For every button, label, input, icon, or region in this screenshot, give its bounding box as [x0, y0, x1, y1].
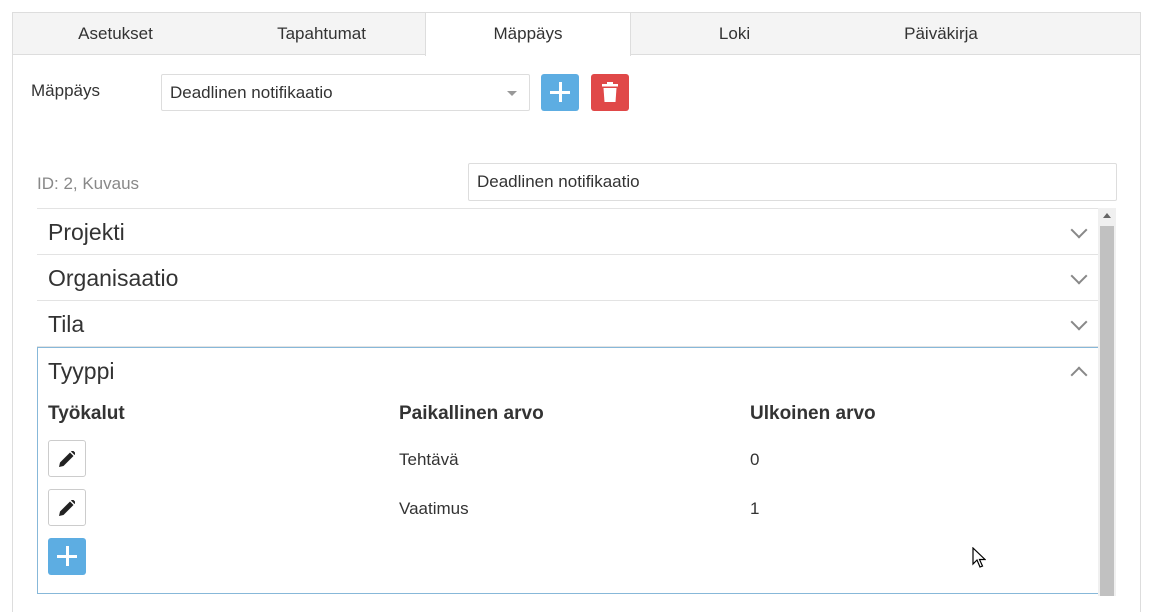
- edit-row-button[interactable]: [48, 440, 86, 477]
- section-organisaatio[interactable]: Organisaatio: [37, 255, 1101, 301]
- external-value-cell: 1: [750, 499, 760, 518]
- mapping-accordion: Projekti Organisaatio Tila Tyyppi Työkal…: [37, 208, 1101, 594]
- trash-icon: [602, 82, 618, 102]
- mapping-select[interactable]: Deadlinen notifikaatio: [161, 74, 530, 111]
- mouse-cursor-icon: [972, 547, 986, 568]
- external-value-cell: 0: [750, 450, 760, 469]
- section-projekti[interactable]: Projekti: [37, 209, 1101, 255]
- add-mapping-button[interactable]: [541, 74, 579, 111]
- chevron-down-icon: [1070, 267, 1088, 285]
- tab-loki[interactable]: Loki: [631, 13, 838, 55]
- column-header-tools: Työkalut: [48, 403, 125, 424]
- local-value-cell: Vaatimus: [399, 499, 469, 518]
- plus-icon: [57, 546, 77, 566]
- column-header-external-value: Ulkoinen arvo: [750, 403, 876, 424]
- column-header-local-value: Paikallinen arvo: [399, 403, 544, 424]
- pencil-icon: [59, 500, 75, 516]
- local-value-cell: Tehtävä: [399, 450, 459, 469]
- section-title: Projekti: [48, 219, 125, 245]
- chevron-down-icon: [507, 91, 517, 96]
- tab-paivakirja[interactable]: Päiväkirja: [838, 13, 1044, 55]
- add-row-button[interactable]: [48, 538, 86, 575]
- scrollbar-thumb[interactable]: [1100, 226, 1114, 596]
- section-tila[interactable]: Tila: [37, 301, 1101, 347]
- description-input[interactable]: Deadlinen notifikaatio: [468, 163, 1117, 201]
- delete-mapping-button[interactable]: [591, 74, 629, 111]
- section-title: Tila: [48, 311, 85, 337]
- chevron-down-icon: [1070, 313, 1088, 331]
- settings-panel: Asetukset Tapahtumat Mäppäys Loki Päiväk…: [12, 12, 1141, 612]
- scrollbar[interactable]: [1098, 208, 1116, 596]
- mapping-label: Mäppäys: [31, 81, 100, 100]
- plus-icon: [550, 82, 570, 102]
- section-title[interactable]: Tyyppi: [48, 358, 114, 385]
- section-title: Organisaatio: [48, 265, 179, 291]
- mapping-select-value: Deadlinen notifikaatio: [170, 83, 333, 102]
- chevron-up-icon[interactable]: [1070, 366, 1088, 384]
- tab-asetukset[interactable]: Asetukset: [13, 13, 218, 55]
- description-label: ID: 2, Kuvaus: [37, 174, 140, 193]
- edit-row-button[interactable]: [48, 489, 86, 526]
- tab-tapahtumat[interactable]: Tapahtumat: [218, 13, 425, 55]
- tab-bar: Asetukset Tapahtumat Mäppäys Loki Päiväk…: [13, 13, 1140, 56]
- tab-mappays[interactable]: Mäppäys: [425, 13, 631, 56]
- pencil-icon: [59, 451, 75, 467]
- section-tyyppi: Tyyppi Työkalut Paikallinen arvo Ulkoine…: [37, 347, 1101, 594]
- chevron-down-icon: [1070, 221, 1088, 239]
- scroll-up-arrow-icon[interactable]: [1103, 213, 1111, 218]
